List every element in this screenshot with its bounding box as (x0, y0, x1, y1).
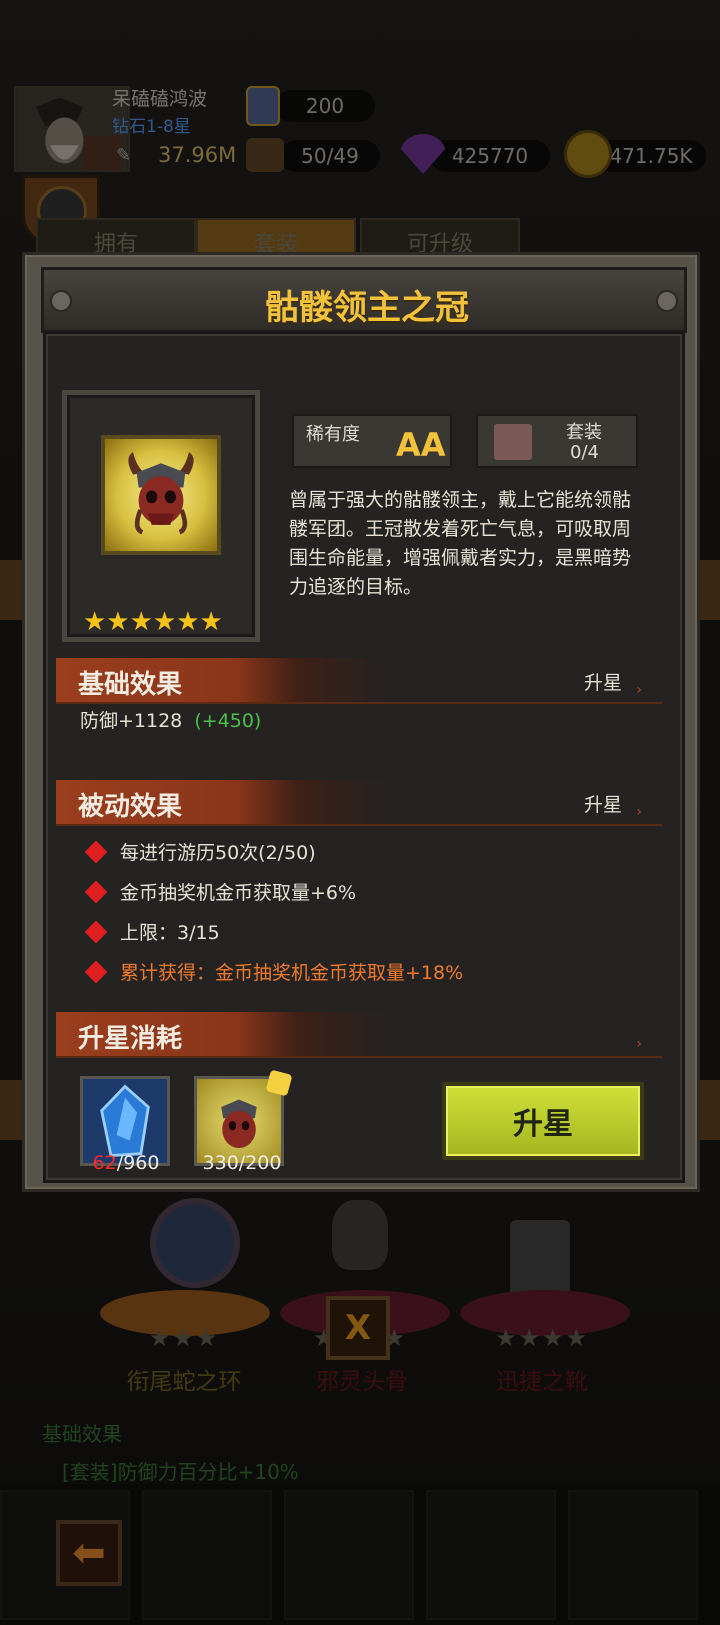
base-effect-header: 基础效果 升星 › (56, 658, 662, 704)
chevron-right-icon: › (636, 804, 642, 820)
set-label: 套装 (566, 422, 602, 443)
passive-effect-title: 被动效果 (78, 792, 183, 822)
passive-effect-header: 被动效果 升星 › (56, 780, 662, 826)
rarity-value: AA (396, 426, 446, 464)
base-effect-upgrade-link[interactable]: 升星 (584, 668, 622, 695)
passive-line-2: 金币抽奖机金币获取量+6% (84, 878, 356, 905)
rarity-box: 稀有度 AA (292, 414, 452, 468)
title-plate: 骷髅领主之冠 (41, 267, 687, 333)
crystal-cost-count: 62/960 (76, 1152, 176, 1174)
item-cost-count: 330/200 (202, 1152, 282, 1174)
skull-crown-icon (101, 435, 221, 555)
crystal-need: /960 (116, 1152, 160, 1174)
red-diamond-icon (84, 920, 108, 943)
blue-crystal-icon (100, 1084, 150, 1158)
upgrade-star-button[interactable]: 升星 (442, 1082, 644, 1160)
upgrade-cost-header: 升星消耗 › (56, 1012, 662, 1058)
base-effect-bonus: (+450) (194, 710, 262, 732)
base-effect-title: 基础效果 (78, 670, 183, 700)
rarity-label: 稀有度 (306, 424, 360, 445)
item-title: 骷髅领主之冠 (265, 288, 469, 328)
set-scroll-icon (494, 424, 532, 460)
passive-line-1: 每进行游历50次(2/50) (84, 838, 316, 865)
base-effect-stat: 防御+1128 (80, 710, 183, 732)
chevron-right-icon: › (636, 1036, 642, 1052)
red-diamond-icon (84, 960, 108, 983)
passive-text-4: 累计获得：金币抽奖机金币获取量+18% (120, 962, 464, 984)
crystal-have: 62 (92, 1152, 117, 1174)
passive-effect-upgrade-link[interactable]: 升星 (584, 790, 622, 817)
item-icon-frame: ★★★★★★ (62, 390, 260, 642)
passive-line-4: 累计获得：金币抽奖机金币获取量+18% (84, 958, 463, 985)
set-box[interactable]: 套装 0/4 (476, 414, 638, 468)
passive-text-3: 上限：3/15 (120, 922, 220, 944)
red-diamond-icon (84, 880, 108, 903)
base-effect-line: 防御+1128 (+450) (80, 706, 261, 733)
passive-text-1: 每进行游历50次(2/50) (120, 842, 316, 864)
chevron-right-icon: › (636, 682, 642, 698)
passive-text-2: 金币抽奖机金币获取量+6% (120, 882, 357, 904)
upgrade-cost-title: 升星消耗 (78, 1024, 183, 1054)
set-progress: 0/4 (570, 442, 599, 463)
passive-line-3: 上限：3/15 (84, 918, 220, 945)
item-description: 曾属于强大的骷髅领主，戴上它能统领骷髅军团。王冠散发着死亡气息，可吸取周围生命能… (289, 489, 632, 598)
red-diamond-icon (84, 840, 108, 863)
star-rating: ★★★★★★ (83, 607, 223, 637)
